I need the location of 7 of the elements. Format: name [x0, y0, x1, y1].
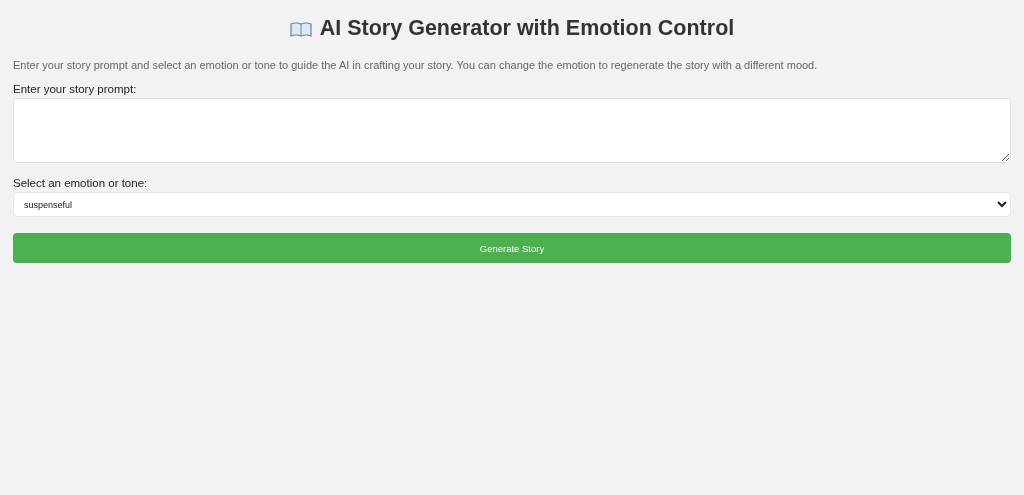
prompt-label: Enter your story prompt:: [13, 83, 138, 95]
description: Enter your story prompt and select an emotion or tone to guide the AI in crafting your story. You can change the emotion to regenerate the story with a different mood.: [13, 59, 819, 71]
emotion-label: Select an emotion or tone:: [13, 177, 149, 189]
emotion-select[interactable]: suspenseful: [13, 192, 1011, 217]
page-title: AI Story Generator with Emotion Control: [319, 16, 735, 41]
book-icon: [289, 20, 312, 37]
prompt-field[interactable]: [13, 98, 1011, 163]
